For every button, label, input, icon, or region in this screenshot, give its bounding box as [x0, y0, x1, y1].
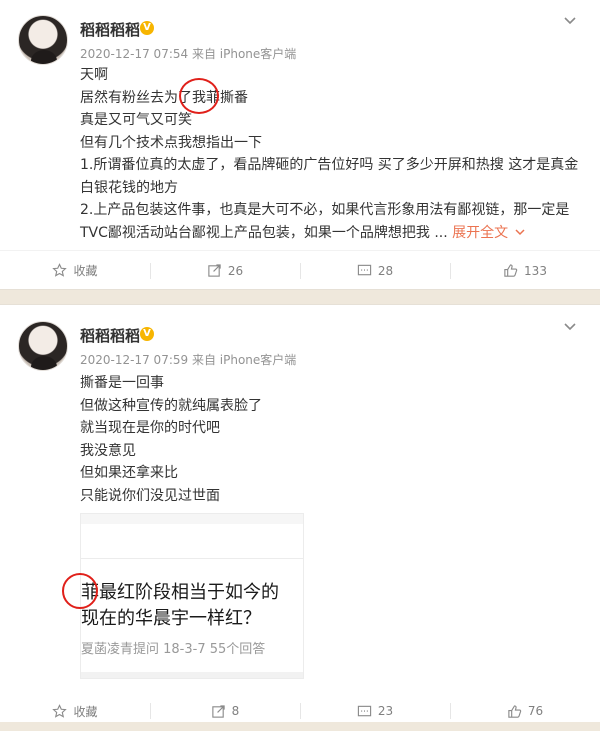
- text-line: 只能说你们没见过世面: [80, 487, 220, 504]
- embed-meta: 夏菡凌青提问 18-3-7 55个回答: [81, 642, 266, 657]
- post-text: 撕番是一回事 但做这种宣传的就纯属表脸了 就当现在是你的时代吧 我没意见 但如果…: [80, 372, 580, 507]
- embed-title-line: 菲最红阶段相当于如今的: [81, 582, 279, 603]
- post-text: 天啊 居然有粉丝去为了我菲撕番 真是又可气又可笑 但有几个技术点我想指出一下 1…: [80, 64, 580, 244]
- share-icon: [211, 704, 225, 718]
- chevron-down-icon[interactable]: [563, 320, 577, 334]
- text-line: 就当现在是你的时代吧: [80, 420, 220, 436]
- chevron-down-icon[interactable]: [563, 14, 577, 28]
- verified-badge-icon: V: [140, 327, 154, 341]
- embed-header-bar: [81, 514, 303, 524]
- like-count: 133: [524, 263, 547, 278]
- star-icon: [52, 703, 68, 718]
- favorite-button[interactable]: 收藏: [0, 251, 150, 290]
- text-line: 但如果还拿来比: [80, 465, 178, 481]
- embed-title: 菲最红阶段相当于如今的 现在的华晨宇一样红？: [81, 580, 303, 632]
- chevron-down-icon[interactable]: [514, 227, 526, 237]
- text-line: 但有几个技术点我想指出一下: [80, 134, 262, 151]
- comment-count: 23: [377, 704, 394, 718]
- post-meta: 2020-12-17 07:59 来自 iPhone客户端: [80, 351, 296, 368]
- post-card: 稻稻稻稻 V 2020-12-17 07:54 来自 iPhone客户端 天啊 …: [0, 0, 600, 290]
- thumbs-up-icon: [504, 264, 518, 277]
- author-name[interactable]: 稻稻稻稻: [80, 19, 140, 40]
- embed-title-line: 现在的华晨宇一样红？: [81, 608, 261, 629]
- text-line: 真是又可气又可笑: [80, 112, 192, 128]
- timestamp[interactable]: 2020-12-17 07:59: [80, 353, 188, 367]
- expand-link[interactable]: 展开全文: [452, 225, 508, 241]
- text-line: 天啊: [80, 67, 108, 83]
- like-count: 76: [527, 704, 544, 718]
- author-name[interactable]: 稻稻稻稻: [80, 325, 140, 346]
- favorite-label: 收藏: [73, 704, 98, 719]
- post-meta: 2020-12-17 07:54 来自 iPhone客户端: [80, 45, 296, 62]
- divider: [81, 558, 303, 559]
- embed-footer-bar: [81, 672, 303, 678]
- comment-button[interactable]: 28: [300, 251, 450, 290]
- verified-badge-icon: V: [140, 21, 154, 35]
- comment-count: 28: [377, 263, 394, 278]
- embedded-question-card[interactable]: 菲最红阶段相当于如今的 现在的华晨宇一样红？ 夏菡凌青提问 18-3-7 55个…: [80, 513, 304, 679]
- repost-count: 8: [231, 704, 240, 718]
- repost-button[interactable]: 26: [150, 251, 300, 290]
- post-card: 稻稻稻稻 V 2020-12-17 07:59 来自 iPhone客户端 撕番是…: [0, 304, 600, 722]
- star-icon: [52, 263, 68, 277]
- text-line: 1.所谓番位真的太虚了，看品牌砸的广告位好吗 买了多少开屏和热搜 这才是真金白银…: [80, 157, 579, 196]
- favorite-label: 收藏: [73, 264, 98, 278]
- text-line: 撕番是一回事: [80, 375, 164, 391]
- source: 来自 iPhone客户端: [191, 353, 297, 367]
- text-line: 居然有粉丝去为了我菲撕番: [80, 89, 248, 106]
- text-line: 我没意见: [80, 442, 136, 459]
- text-line: 2.上产品包装这件事，也真是大可不必，如果代言形象用法有鄙视链，那一定是TVC鄙…: [80, 199, 580, 244]
- timestamp[interactable]: 2020-12-17 07:54: [80, 47, 188, 61]
- avatar[interactable]: [18, 15, 68, 65]
- text-line: 但做这种宣传的就纯属表脸了: [80, 397, 262, 414]
- comment-button[interactable]: 23: [300, 691, 450, 731]
- share-icon: [208, 264, 221, 277]
- comment-icon: [357, 705, 372, 716]
- favorite-button[interactable]: 收藏: [0, 691, 150, 731]
- thumbs-up-icon: [508, 704, 522, 718]
- like-button[interactable]: 76: [450, 691, 600, 731]
- source: 来自 iPhone客户端: [191, 47, 297, 61]
- action-bar: 收藏 26 28 133: [0, 250, 600, 290]
- action-bar: 收藏 8 23 76: [0, 691, 600, 731]
- comment-icon: [357, 264, 372, 276]
- like-button[interactable]: 133: [450, 251, 600, 290]
- repost-button[interactable]: 8: [150, 691, 300, 731]
- repost-count: 26: [227, 263, 244, 278]
- avatar[interactable]: [18, 321, 68, 371]
